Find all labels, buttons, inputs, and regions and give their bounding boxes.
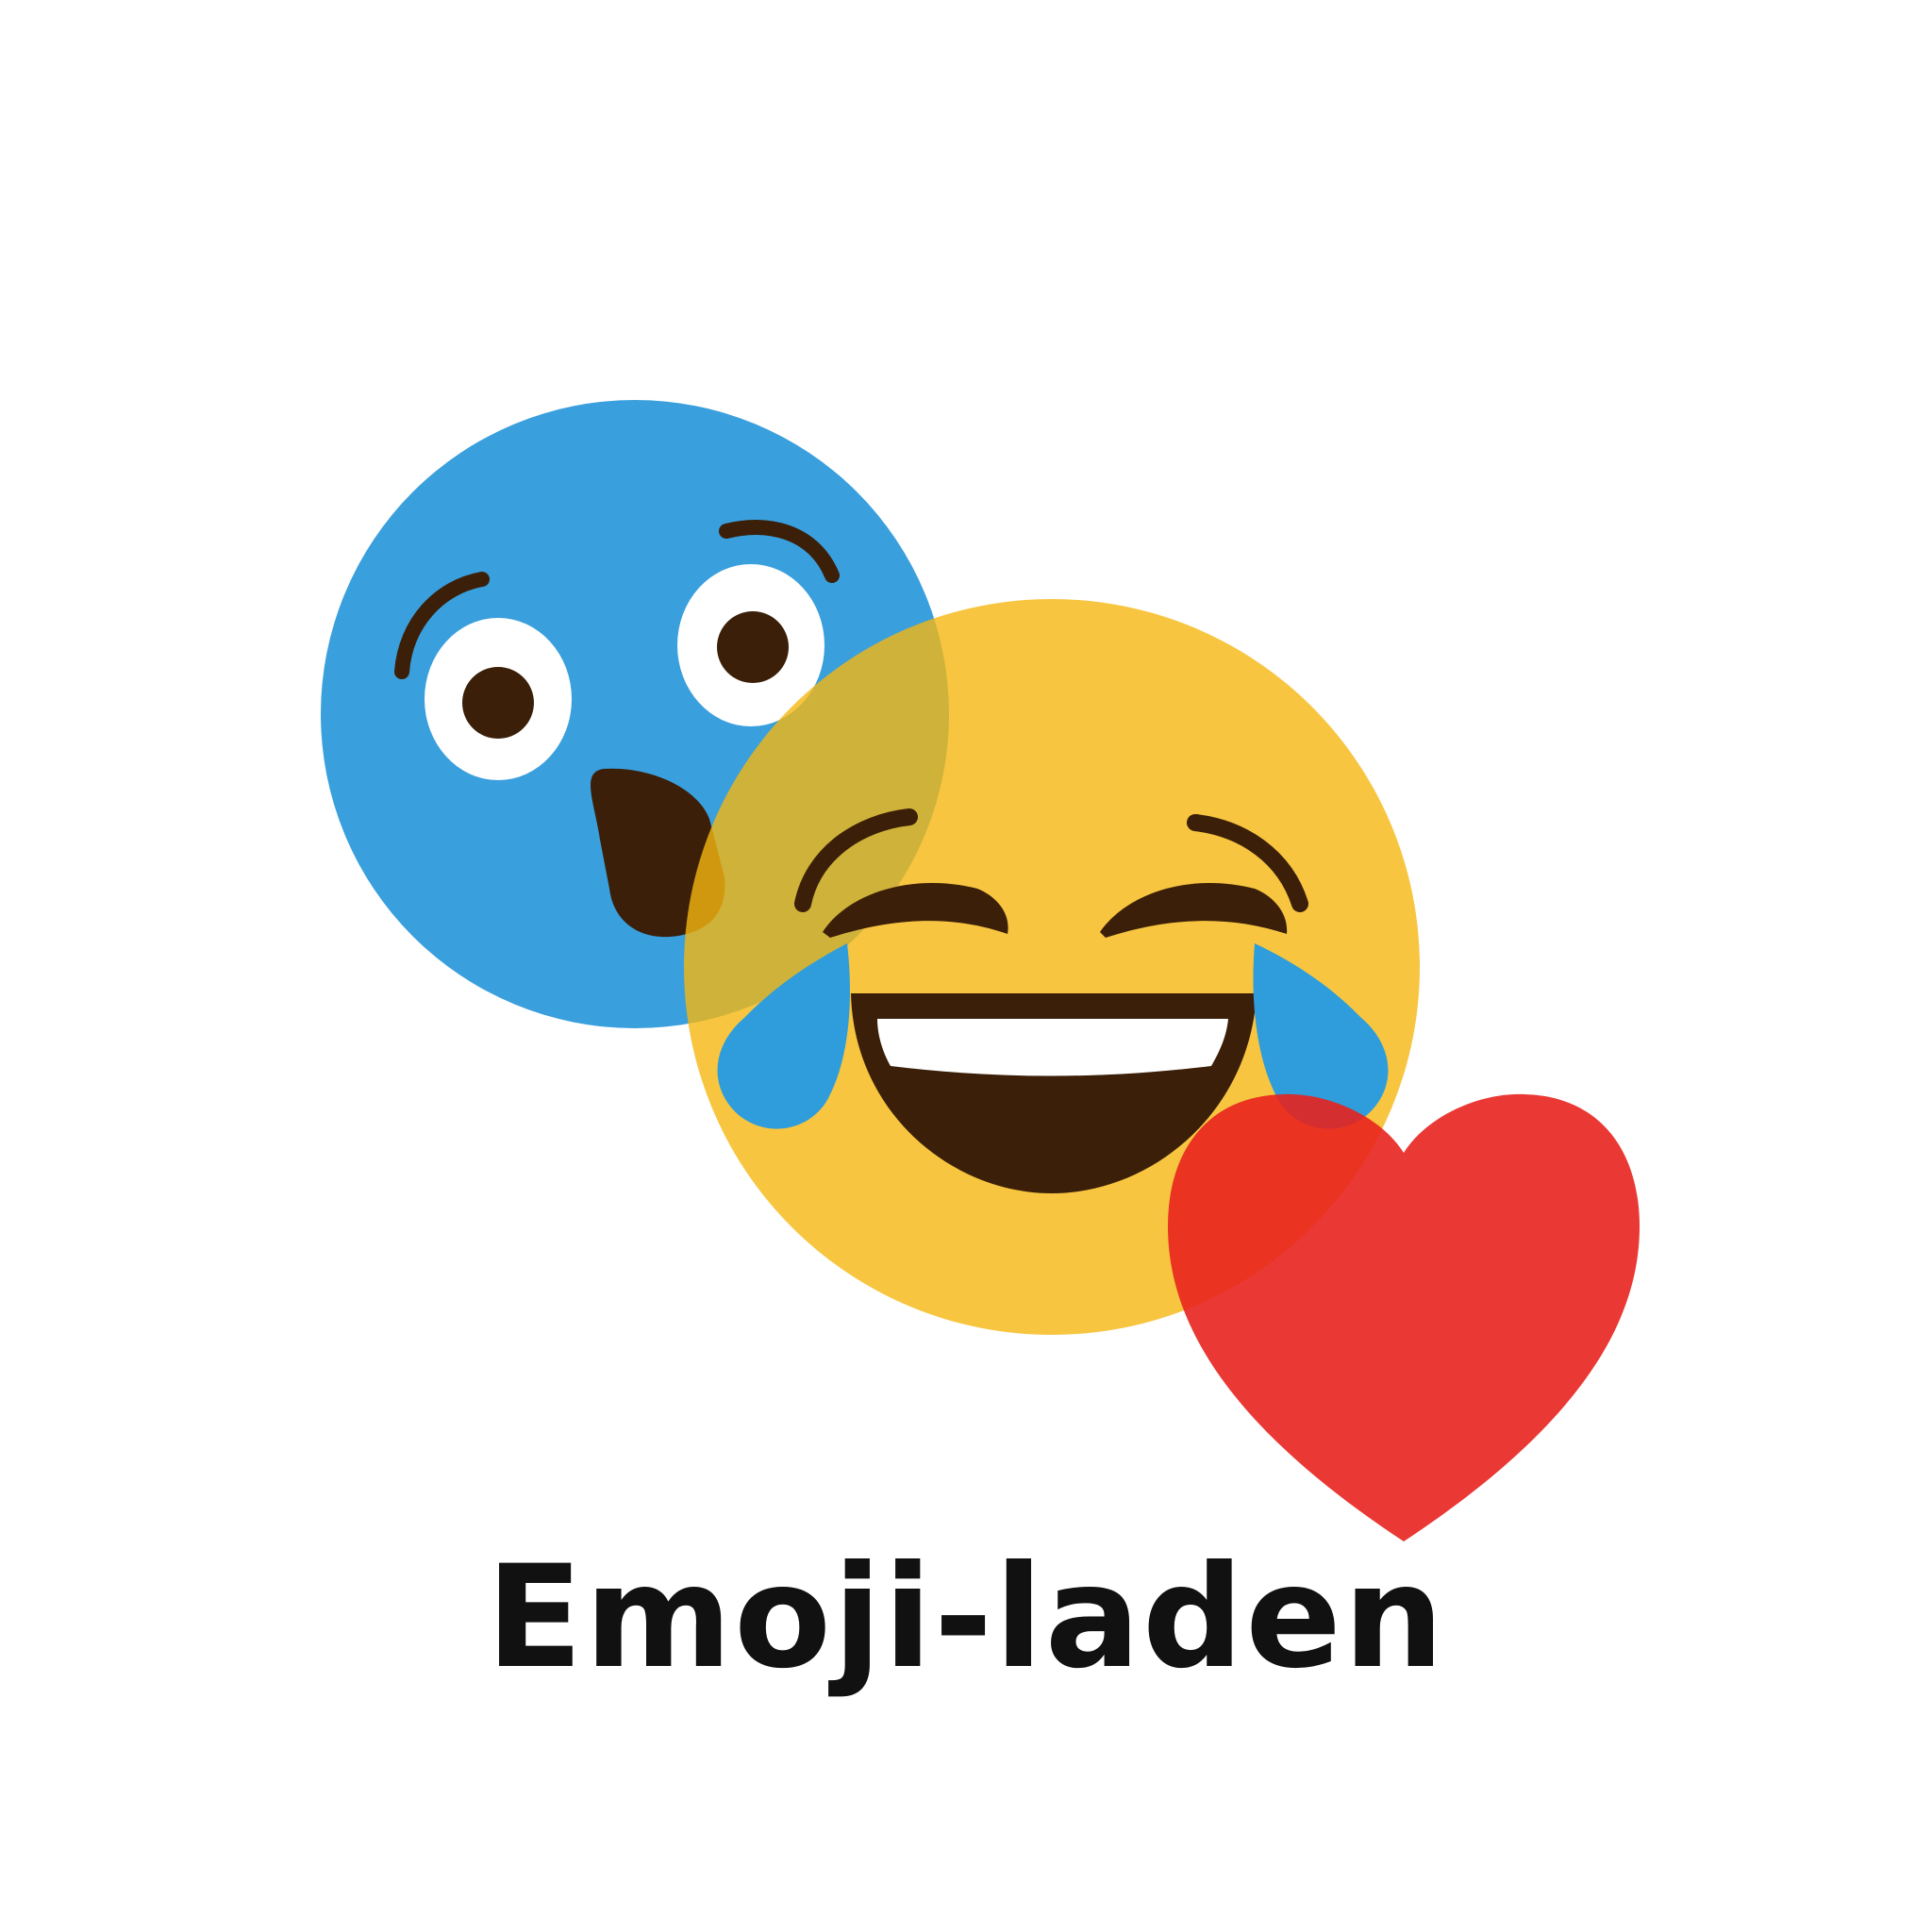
caption-text: Emoji-laden xyxy=(486,1536,1446,1700)
teeth xyxy=(877,1019,1228,1076)
right-pupil xyxy=(717,611,789,683)
red-heart-icon xyxy=(1168,1093,1640,1541)
left-pupil xyxy=(462,667,534,739)
